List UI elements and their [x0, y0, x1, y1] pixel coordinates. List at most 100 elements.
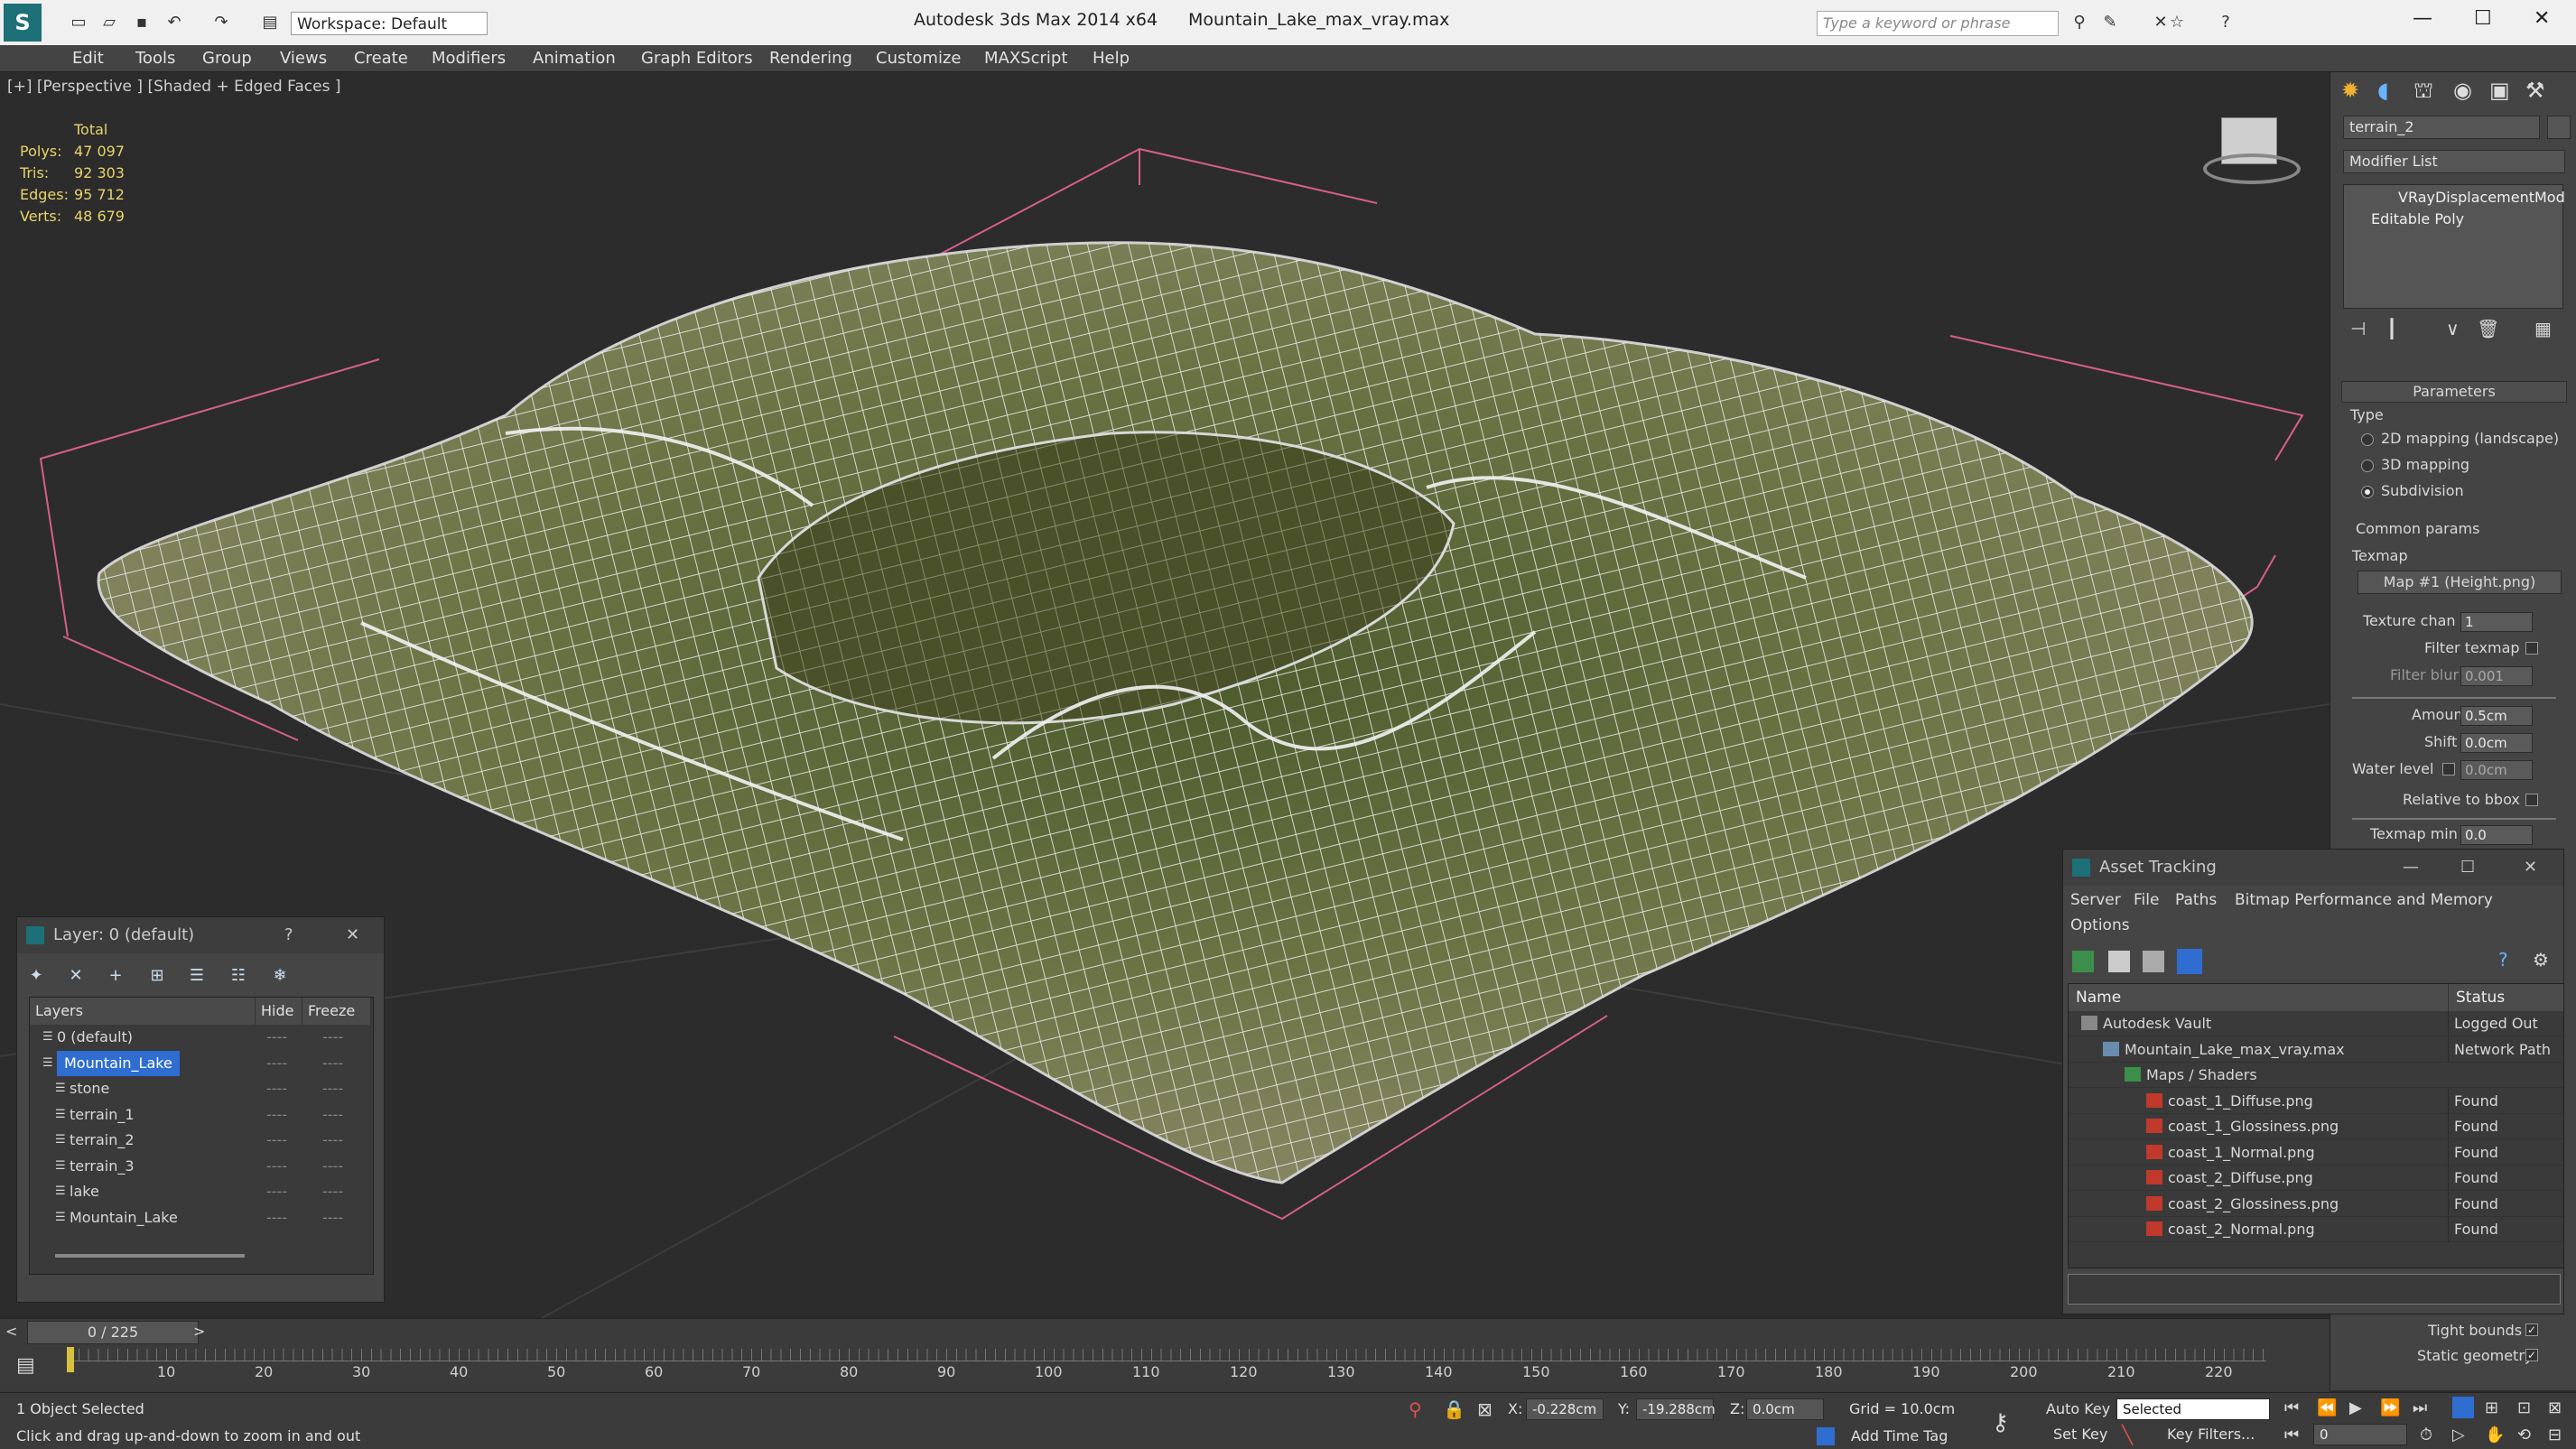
menu-animation[interactable]: Animation [533, 49, 616, 68]
layer-hide-toggle[interactable]: ---- [266, 1179, 287, 1204]
configure-sets-icon[interactable]: ▦ [2534, 318, 2552, 339]
menu-help[interactable]: Help [1093, 49, 1130, 68]
key-selection-dropdown[interactable]: Selected [2116, 1398, 2270, 1420]
x-coordinate-field[interactable]: -0.228cm [1526, 1398, 1604, 1420]
asset-row[interactable]: coast_1_Glossiness.png Found [2069, 1114, 2563, 1139]
asset-close-button[interactable]: ✕ [2524, 850, 2537, 886]
asset-row[interactable]: coast_2_Normal.png Found [2069, 1217, 2563, 1242]
asset-settings-icon[interactable]: ⚙ [2533, 949, 2549, 971]
layer-freeze-toggle[interactable]: ---- [322, 1179, 343, 1204]
minimize-button[interactable]: — [2413, 7, 2432, 30]
asset-row[interactable]: Maps / Shaders [2069, 1063, 2563, 1088]
key-filters-button[interactable]: Key Filters... [2167, 1426, 2255, 1443]
layer-hide-toggle[interactable]: ---- [266, 1102, 287, 1128]
asset-row[interactable]: Autodesk Vault Logged Out [2069, 1011, 2563, 1036]
layer-freeze-toggle[interactable]: ---- [322, 1154, 343, 1179]
open-file-icon[interactable]: ▱ [98, 11, 121, 34]
layer-freeze-toggle[interactable]: ---- [322, 1025, 343, 1050]
asset-row[interactable]: coast_1_Normal.png Found [2069, 1139, 2563, 1166]
layer-hide-toggle[interactable]: ---- [266, 1128, 287, 1153]
asset-menu-file[interactable]: File [2134, 891, 2159, 909]
layer-name[interactable]: terrain_3 [70, 1154, 135, 1179]
layer-row[interactable]: ☰ terrain_3 ---- ---- [30, 1154, 371, 1179]
layer-name[interactable]: terrain_2 [70, 1128, 135, 1153]
redo-icon[interactable]: ↷ [209, 11, 233, 34]
asset-help-icon[interactable]: ? [2498, 949, 2508, 971]
binoculars-icon[interactable]: ⚲ [2068, 11, 2091, 34]
stack-item-vray-displacement[interactable]: VRayDisplacementMod [2398, 189, 2565, 206]
hide-all-layers-icon[interactable]: ☷ [227, 964, 250, 988]
orbit-icon[interactable]: ⟲ [2517, 1426, 2531, 1444]
layer-row[interactable]: ☰ Mountain_Lake ---- ---- [30, 1205, 371, 1231]
z-coordinate-field[interactable]: 0.0cm [1746, 1398, 1824, 1420]
key-mode-toggle-icon[interactable]: ⏮ [2284, 1426, 2299, 1444]
maximize-button[interactable]: ☐ [2474, 7, 2492, 30]
layer-freeze-toggle[interactable]: ---- [322, 1051, 343, 1076]
set-key-button[interactable]: Set Key [2053, 1426, 2107, 1443]
layer-hide-toggle[interactable]: ---- [266, 1051, 287, 1076]
layer-name[interactable]: Mountain_Lake [57, 1050, 180, 1076]
asset-minimize-button[interactable]: — [2403, 850, 2419, 886]
shift-spinner[interactable]: 0.0cm [2460, 733, 2533, 753]
freeze-all-layers-icon[interactable]: ❄ [268, 964, 292, 988]
layer-window-close-icon[interactable]: ✕ [346, 917, 359, 953]
create-tab-icon[interactable]: ✹ [2341, 78, 2359, 103]
amount-spinner[interactable]: 0.5cm [2460, 706, 2533, 726]
selection-lock-icon[interactable]: 🔒 [1443, 1398, 1465, 1420]
viewcube-icon[interactable] [2203, 117, 2302, 184]
save-icon[interactable]: ▪ [130, 11, 153, 34]
radio-3d-mapping[interactable] [2361, 460, 2374, 472]
asset-window-header[interactable]: Asset Tracking — ☐ ✕ [2063, 850, 2563, 886]
texture-chan-spinner[interactable]: 1 [2460, 612, 2533, 632]
new-file-icon[interactable]: ▭ [67, 11, 90, 34]
delete-layer-icon[interactable]: ✕ [64, 964, 88, 988]
layer-hide-toggle[interactable]: ---- [266, 1025, 287, 1050]
workspace-dropdown[interactable]: Workspace: Default [291, 12, 488, 35]
track-bar[interactable]: ▤ 10 20 30 40 50 60 70 80 90 100 110 120 130 140 150 16… [0, 1347, 2330, 1392]
search-input[interactable]: Type a keyword or phrase [1817, 11, 2059, 36]
asset-row[interactable]: coast_1_Diffuse.png Found [2069, 1088, 2563, 1114]
texmap-min-spinner[interactable]: 0.0 [2460, 825, 2533, 845]
time-slider-next-icon[interactable]: > [193, 1323, 205, 1340]
layer-name[interactable]: terrain_1 [70, 1102, 135, 1128]
layers-column-header[interactable]: Layers [30, 998, 256, 1025]
help-icon[interactable]: ? [2214, 11, 2237, 34]
add-time-tag[interactable]: Add Time Tag [1851, 1427, 1948, 1444]
menu-maxscript[interactable]: MAXScript [984, 49, 1067, 68]
layer-name[interactable]: stone [70, 1076, 109, 1101]
tight-bounds-checkbox[interactable]: ✓ [2525, 1324, 2538, 1336]
menu-create[interactable]: Create [354, 49, 408, 68]
menu-rendering[interactable]: Rendering [769, 49, 852, 68]
layer-name[interactable]: 0 (default) [57, 1025, 133, 1050]
relative-bbox-checkbox[interactable] [2525, 794, 2538, 806]
current-frame-field[interactable]: 0 [2313, 1424, 2407, 1445]
tree-view-icon[interactable] [2143, 951, 2164, 972]
layer-window-help[interactable]: ? [284, 917, 293, 953]
zoom-all-icon[interactable]: ⊞ [2485, 1398, 2498, 1417]
absolute-mode-icon[interactable]: ⊠ [1477, 1398, 1493, 1420]
time-tag-icon[interactable] [1817, 1427, 1835, 1445]
layer-row[interactable]: ☰ terrain_1 ---- ---- [30, 1102, 371, 1128]
default-in-out-tangents-icon[interactable]: ╲ [2122, 1424, 2133, 1445]
play-icon[interactable]: ▶ [2349, 1398, 2362, 1417]
menu-edit[interactable]: Edit [72, 49, 104, 68]
refresh-icon[interactable] [2072, 951, 2094, 972]
filter-texmap-checkbox[interactable] [2525, 642, 2538, 655]
show-end-result-icon[interactable]: ┃ [2386, 318, 2397, 339]
layer-freeze-toggle[interactable]: ---- [322, 1205, 343, 1231]
layer-name[interactable]: lake [70, 1179, 99, 1204]
name-column-header[interactable]: Name [2069, 984, 2448, 1011]
current-frame-marker[interactable] [67, 1347, 74, 1372]
asset-menu-paths[interactable]: Paths [2175, 891, 2217, 909]
hierarchy-tab-icon[interactable]: ⛫ [2413, 78, 2433, 106]
zoom-icon[interactable] [2452, 1397, 2474, 1418]
maximize-viewport-icon[interactable]: ⊠ [2548, 1398, 2562, 1417]
layer-window-header[interactable]: Layer: 0 (default) ? ✕ [17, 917, 384, 953]
status-column-header[interactable]: Status [2448, 984, 2563, 1011]
menu-modifiers[interactable]: Modifiers [432, 49, 506, 68]
undo-icon[interactable]: ↶ [163, 11, 186, 34]
layer-scrollbar[interactable] [55, 1254, 245, 1258]
project-folder-icon[interactable]: ▤ [258, 11, 282, 34]
static-geometry-checkbox[interactable]: ✓ [2525, 1349, 2538, 1361]
asset-row[interactable]: coast_2_Diffuse.png Found [2069, 1166, 2563, 1191]
